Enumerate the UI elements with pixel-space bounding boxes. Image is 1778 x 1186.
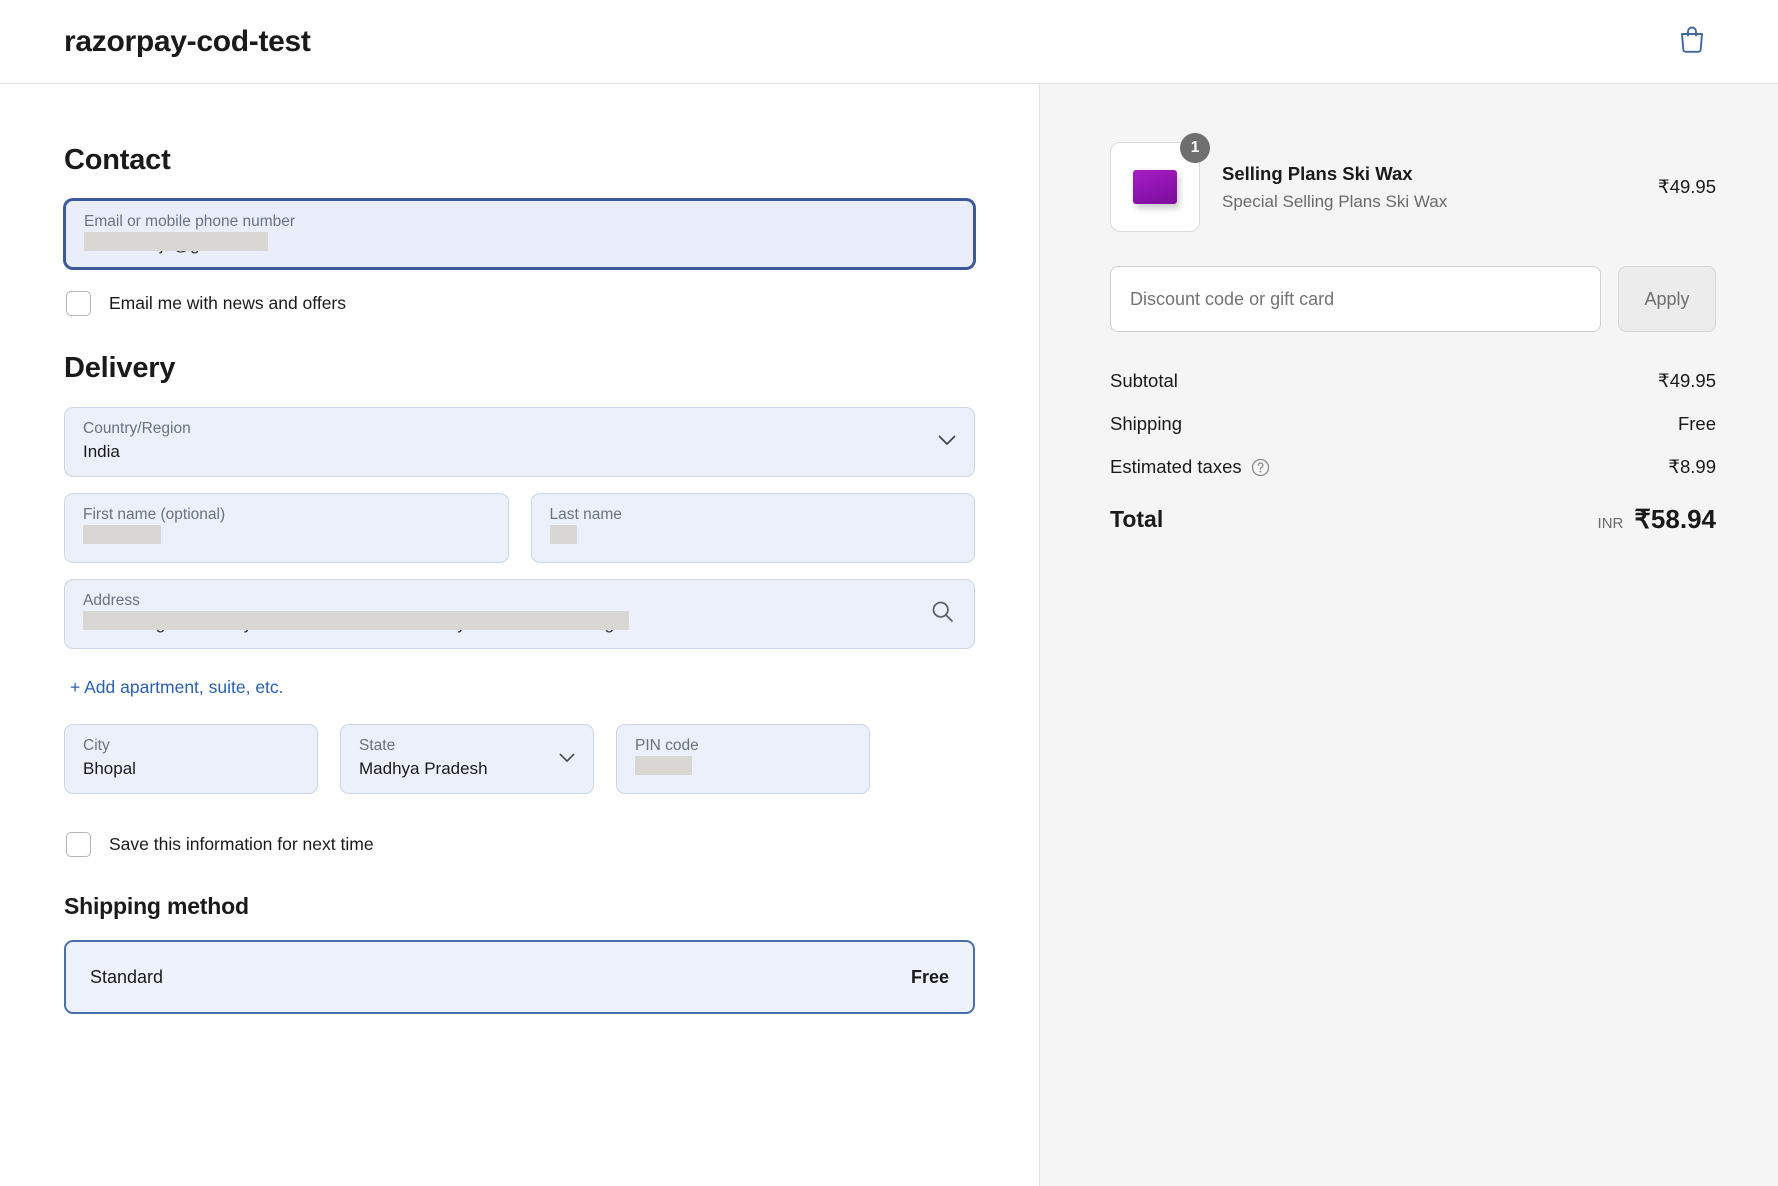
subtotal-value: ₹49.95 [1657, 370, 1716, 391]
shipping-option-standard[interactable]: Standard Free [64, 940, 975, 1014]
checkout-form-column: Contact Email or mobile phone number sha… [0, 84, 1040, 1186]
address-value: LIG Cottages Bawadiya Kalan Main Road Ba… [83, 611, 630, 637]
line-item-title: Selling Plans Ski Wax [1222, 162, 1413, 184]
grand-total-label: Total [1110, 506, 1164, 532]
product-image-block [1133, 170, 1177, 204]
address-label: Address [83, 592, 140, 609]
first-name-field[interactable]: First name (optional) Shashwati [64, 493, 509, 563]
shipping-row: Shipping Free [1110, 413, 1716, 435]
pin-code-value: 462026 [635, 756, 692, 782]
address-field[interactable]: Address LIG Cottages Bawadiya Kalan Main… [64, 579, 975, 649]
newsletter-checkbox-row[interactable]: Email me with news and offers [66, 291, 975, 316]
city-state-pin-row: City Bhopal State Madhya Pradesh PIN cod… [64, 724, 975, 810]
discount-code-input[interactable] [1110, 266, 1601, 332]
estimated-taxes-row: Estimated taxes ₹8.99 [1110, 456, 1716, 478]
checkout-layout: Contact Email or mobile phone number sha… [0, 84, 1778, 1186]
first-name-label: First name (optional) [83, 506, 226, 523]
shipping-option-price: Free [910, 966, 949, 987]
delivery-heading: Delivery [64, 352, 176, 384]
order-summary-panel: 1 Selling Plans Ski Wax Special Selling … [1040, 84, 1778, 1186]
apply-discount-button[interactable]: Apply [1618, 266, 1716, 332]
name-row: First name (optional) Shashwati Last nam… [64, 493, 975, 579]
state-value: Madhya Pradesh [359, 759, 488, 778]
shipping-value: Free [1677, 413, 1716, 434]
email-field-value: shashwatijn@gmail.com [84, 232, 268, 258]
save-info-checkbox-row[interactable]: Save this information for next time [66, 832, 975, 857]
state-label: State [359, 737, 396, 754]
grand-total-value-wrap: INR ₹58.94 [1598, 504, 1716, 535]
line-item: 1 Selling Plans Ski Wax Special Selling … [1110, 133, 1716, 232]
search-icon[interactable] [931, 600, 954, 628]
subtotal-row: Subtotal ₹49.95 [1110, 370, 1716, 392]
country-region-select[interactable]: Country/Region India [64, 407, 975, 477]
shopping-bag-icon [1679, 25, 1705, 58]
first-name-value: Shashwati [83, 525, 162, 551]
city-field[interactable]: City Bhopal [64, 724, 318, 794]
grand-total-row: Total INR ₹58.94 [1110, 504, 1716, 535]
shipping-label: Shipping [1110, 413, 1183, 434]
cart-button[interactable] [1670, 20, 1714, 64]
shipping-method-heading: Shipping method [64, 893, 249, 919]
line-item-thumbnail-wrap: 1 [1110, 133, 1210, 232]
email-field[interactable]: Email or mobile phone number shashwatijn… [64, 199, 975, 269]
last-name-field[interactable]: Last name Jha [530, 493, 975, 563]
pin-code-label: PIN code [635, 737, 699, 754]
state-select[interactable]: State Madhya Pradesh [340, 724, 594, 794]
estimated-taxes-label-wrap: Estimated taxes [1110, 456, 1270, 478]
save-info-checkbox-label: Save this information for next time [109, 834, 374, 854]
line-item-price: ₹49.95 [1657, 176, 1716, 197]
city-value: Bhopal [83, 759, 136, 778]
store-title: razorpay-cod-test [64, 24, 311, 58]
subtotal-label: Subtotal [1110, 370, 1178, 391]
line-item-text: Selling Plans Ski Wax Special Selling Pl… [1222, 163, 1636, 212]
country-region-label: Country/Region [83, 420, 191, 437]
discount-row: Apply [1110, 266, 1716, 332]
shipping-option-name: Standard [90, 966, 164, 987]
info-icon[interactable] [1251, 458, 1270, 477]
estimated-taxes-value: ₹8.99 [1668, 456, 1716, 477]
country-region-value: India [83, 442, 120, 461]
email-field-label: Email or mobile phone number [84, 213, 296, 230]
last-name-value: Jha [549, 525, 577, 551]
grand-total-currency: INR [1597, 515, 1624, 532]
checkout-header: razorpay-cod-test [0, 0, 1778, 84]
city-label: City [83, 737, 110, 754]
line-item-quantity-badge: 1 [1180, 133, 1210, 163]
estimated-taxes-label: Estimated taxes [1110, 456, 1242, 477]
pin-code-field[interactable]: PIN code 462026 [616, 724, 870, 794]
contact-heading: Contact [64, 144, 171, 176]
grand-total-amount: ₹58.94 [1634, 504, 1716, 534]
last-name-label: Last name [549, 506, 622, 523]
newsletter-checkbox[interactable] [66, 291, 91, 316]
add-apartment-link[interactable]: + Add apartment, suite, etc. [70, 677, 284, 698]
newsletter-checkbox-label: Email me with news and offers [109, 293, 347, 313]
line-item-variant: Special Selling Plans Ski Wax [1222, 191, 1448, 211]
save-info-checkbox[interactable] [66, 832, 91, 857]
